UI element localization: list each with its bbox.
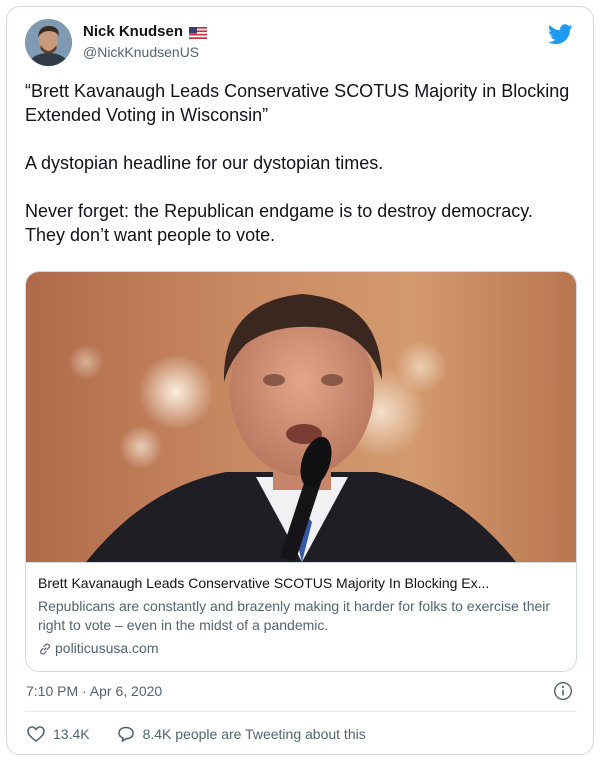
link-meta: Brett Kavanaugh Leads Conservative SCOTU…: [26, 562, 576, 671]
tweet-paragraph: Never forget: the Republican endgame is …: [25, 201, 533, 245]
author-handle[interactable]: @NickKnudsenUS: [83, 44, 199, 60]
tweet-card: Nick Knudsen @NickKnudsenUS “Brett Kavan…: [6, 6, 594, 755]
tweet-timestamp[interactable]: 7:10 PM · Apr 6, 2020: [26, 683, 162, 699]
article-photo: [26, 272, 576, 562]
link-preview-card[interactable]: Brett Kavanaugh Leads Conservative SCOTU…: [25, 271, 577, 672]
link-domain-row: politicususa.com: [38, 639, 566, 658]
tweeting-about-text: 8.4K people are Tweeting about this: [142, 726, 366, 742]
tweet-paragraph: A dystopian headline for our dystopian t…: [25, 153, 384, 173]
tweet-paragraph: “Brett Kavanaugh Leads Conservative SCOT…: [25, 81, 570, 125]
author-row[interactable]: Nick Knudsen: [83, 23, 208, 40]
link-icon: [40, 643, 50, 654]
info-icon[interactable]: [553, 681, 573, 701]
author-name[interactable]: Nick Knudsen: [83, 23, 183, 40]
link-title: Brett Kavanaugh Leads Conservative SCOTU…: [38, 575, 490, 591]
avatar[interactable]: [25, 19, 72, 66]
tweet-actions: 13.4K 8.4K people are Tweeting about thi…: [26, 722, 366, 746]
us-flag-icon: [189, 26, 208, 39]
tweeting-about-button[interactable]: 8.4K people are Tweeting about this: [116, 724, 366, 744]
link-domain: politicususa.com: [55, 640, 159, 656]
like-button[interactable]: 13.4K: [26, 724, 90, 744]
speech-bubble-icon: [117, 726, 134, 742]
like-count: 13.4K: [53, 726, 90, 742]
link-description: Republicans are constantly and brazenly …: [38, 598, 551, 633]
heart-icon: [27, 726, 45, 742]
tweet-text: “Brett Kavanaugh Leads Conservative SCOT…: [25, 79, 575, 247]
twitter-bird-icon[interactable]: [548, 24, 573, 45]
divider: [25, 711, 577, 712]
